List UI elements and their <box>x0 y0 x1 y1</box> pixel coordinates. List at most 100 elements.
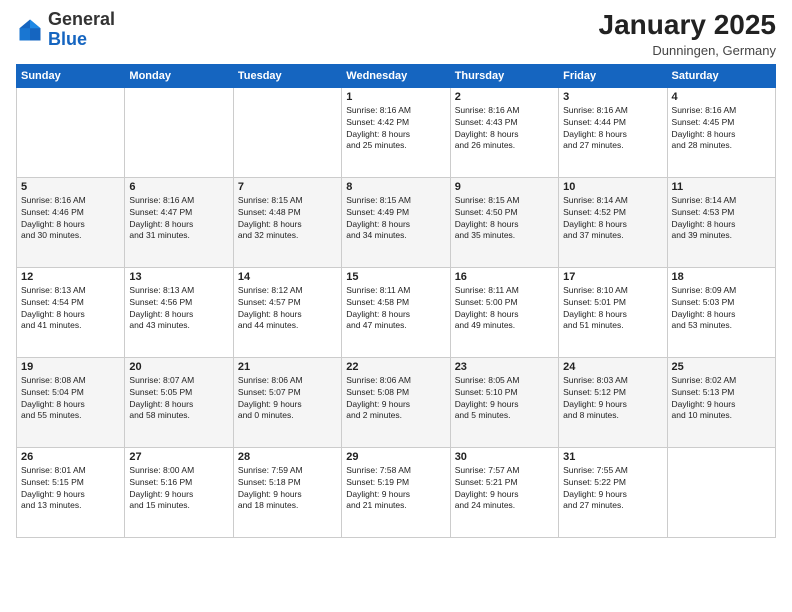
calendar-cell: 24 Sunrise: 8:03 AM Sunset: 5:12 PM Dayli… <box>559 357 667 447</box>
day-number: 25 <box>672 361 771 373</box>
page: General Blue January 2025 Dunningen, Ger… <box>0 0 792 612</box>
subtitle: Dunningen, Germany <box>599 43 776 58</box>
day-info: Sunrise: 8:16 AM Sunset: 4:47 PM Dayligh… <box>129 195 228 243</box>
calendar-cell: 22 Sunrise: 8:06 AM Sunset: 5:08 PM Dayli… <box>342 357 450 447</box>
day-number: 3 <box>563 91 662 103</box>
day-info: Sunrise: 7:58 AM Sunset: 5:19 PM Dayligh… <box>346 465 445 513</box>
calendar-cell: 19Sunrise: 8:08 AM Sunset: 5:04 PM Dayli… <box>17 357 125 447</box>
day-info: Sunrise: 8:09 AM Sunset: 5:03 PM Dayligh… <box>672 285 771 333</box>
calendar-week-row: 5 Sunrise: 8:16 AM Sunset: 4:46 PM Daylig… <box>17 177 776 267</box>
calendar-cell: 7Sunrise: 8:15 AM Sunset: 4:48 PM Daylig… <box>233 177 341 267</box>
calendar-cell: 21Sunrise: 8:06 AM Sunset: 5:07 PM Dayli… <box>233 357 341 447</box>
calendar-cell: 5 Sunrise: 8:16 AM Sunset: 4:46 PM Daylig… <box>17 177 125 267</box>
day-info: Sunrise: 8:01 AM Sunset: 5:15 PM Dayligh… <box>21 465 120 513</box>
month-title: January 2025 <box>599 10 776 41</box>
day-info: Sunrise: 8:15 AM Sunset: 4:48 PM Dayligh… <box>238 195 337 243</box>
day-number: 26 <box>21 451 120 463</box>
calendar-cell <box>125 87 233 177</box>
day-number: 20 <box>129 361 228 373</box>
calendar-cell: 2Sunrise: 8:16 AM Sunset: 4:43 PM Daylig… <box>450 87 558 177</box>
calendar-cell: 13Sunrise: 8:13 AM Sunset: 4:56 PM Dayli… <box>125 267 233 357</box>
calendar-cell: 10Sunrise: 8:14 AM Sunset: 4:52 PM Dayli… <box>559 177 667 267</box>
calendar-cell: 29 Sunrise: 7:58 AM Sunset: 5:19 PM Dayli… <box>342 447 450 537</box>
calendar-cell <box>233 87 341 177</box>
day-number: 12 <box>21 271 120 283</box>
calendar-cell <box>17 87 125 177</box>
day-number: 15 <box>346 271 445 283</box>
day-number: 4 <box>672 91 771 103</box>
day-info: Sunrise: 7:57 AM Sunset: 5:21 PM Dayligh… <box>455 465 554 513</box>
day-info: Sunrise: 8:16 AM Sunset: 4:43 PM Dayligh… <box>455 105 554 153</box>
day-info: Sunrise: 8:12 AM Sunset: 4:57 PM Dayligh… <box>238 285 337 333</box>
day-number: 24 <box>563 361 662 373</box>
calendar-cell: 3 Sunrise: 8:16 AM Sunset: 4:44 PM Daylig… <box>559 87 667 177</box>
calendar-cell: 15Sunrise: 8:11 AM Sunset: 4:58 PM Dayli… <box>342 267 450 357</box>
day-number: 6 <box>129 181 228 193</box>
calendar-day-header: Wednesday <box>342 64 450 87</box>
calendar-cell: 31 Sunrise: 7:55 AM Sunset: 5:22 PM Dayli… <box>559 447 667 537</box>
day-number: 21 <box>238 361 337 373</box>
day-info: Sunrise: 8:13 AM Sunset: 4:56 PM Dayligh… <box>129 285 228 333</box>
calendar-cell: 8 Sunrise: 8:15 AM Sunset: 4:49 PM Daylig… <box>342 177 450 267</box>
calendar-day-header: Thursday <box>450 64 558 87</box>
logo-general: General <box>48 9 115 29</box>
day-info: Sunrise: 8:10 AM Sunset: 5:01 PM Dayligh… <box>563 285 662 333</box>
day-info: Sunrise: 8:00 AM Sunset: 5:16 PM Dayligh… <box>129 465 228 513</box>
day-number: 11 <box>672 181 771 193</box>
day-number: 8 <box>346 181 445 193</box>
calendar-cell <box>667 447 775 537</box>
day-info: Sunrise: 8:16 AM Sunset: 4:45 PM Dayligh… <box>672 105 771 153</box>
day-info: Sunrise: 8:15 AM Sunset: 4:49 PM Dayligh… <box>346 195 445 243</box>
day-number: 14 <box>238 271 337 283</box>
calendar-cell: 6 Sunrise: 8:16 AM Sunset: 4:47 PM Daylig… <box>125 177 233 267</box>
day-number: 16 <box>455 271 554 283</box>
title-block: January 2025 Dunningen, Germany <box>599 10 776 58</box>
day-number: 27 <box>129 451 228 463</box>
calendar-cell: 4 Sunrise: 8:16 AM Sunset: 4:45 PM Daylig… <box>667 87 775 177</box>
calendar-cell: 9 Sunrise: 8:15 AM Sunset: 4:50 PM Daylig… <box>450 177 558 267</box>
calendar-cell: 16 Sunrise: 8:11 AM Sunset: 5:00 PM Dayli… <box>450 267 558 357</box>
calendar-cell: 14 Sunrise: 8:12 AM Sunset: 4:57 PM Dayli… <box>233 267 341 357</box>
calendar-cell: 1 Sunrise: 8:16 AM Sunset: 4:42 PM Daylig… <box>342 87 450 177</box>
day-info: Sunrise: 8:16 AM Sunset: 4:44 PM Dayligh… <box>563 105 662 153</box>
day-info: Sunrise: 8:05 AM Sunset: 5:10 PM Dayligh… <box>455 375 554 423</box>
calendar-cell: 28 Sunrise: 7:59 AM Sunset: 5:18 PM Dayli… <box>233 447 341 537</box>
day-number: 28 <box>238 451 337 463</box>
calendar-cell: 12 Sunrise: 8:13 AM Sunset: 4:54 PM Dayli… <box>17 267 125 357</box>
day-info: Sunrise: 8:02 AM Sunset: 5:13 PM Dayligh… <box>672 375 771 423</box>
calendar-week-row: 19Sunrise: 8:08 AM Sunset: 5:04 PM Dayli… <box>17 357 776 447</box>
day-number: 30 <box>455 451 554 463</box>
day-number: 17 <box>563 271 662 283</box>
calendar-day-header: Monday <box>125 64 233 87</box>
day-number: 9 <box>455 181 554 193</box>
calendar-week-row: 1 Sunrise: 8:16 AM Sunset: 4:42 PM Daylig… <box>17 87 776 177</box>
day-number: 5 <box>21 181 120 193</box>
calendar-week-row: 26 Sunrise: 8:01 AM Sunset: 5:15 PM Dayli… <box>17 447 776 537</box>
day-info: Sunrise: 7:55 AM Sunset: 5:22 PM Dayligh… <box>563 465 662 513</box>
logo-blue: Blue <box>48 29 87 49</box>
calendar-cell: 18 Sunrise: 8:09 AM Sunset: 5:03 PM Dayli… <box>667 267 775 357</box>
day-info: Sunrise: 8:13 AM Sunset: 4:54 PM Dayligh… <box>21 285 120 333</box>
calendar-day-header: Saturday <box>667 64 775 87</box>
calendar-day-header: Sunday <box>17 64 125 87</box>
calendar-week-row: 12 Sunrise: 8:13 AM Sunset: 4:54 PM Dayli… <box>17 267 776 357</box>
day-info: Sunrise: 8:03 AM Sunset: 5:12 PM Dayligh… <box>563 375 662 423</box>
day-info: Sunrise: 8:16 AM Sunset: 4:46 PM Dayligh… <box>21 195 120 243</box>
logo: General Blue <box>16 10 115 50</box>
day-info: Sunrise: 8:06 AM Sunset: 5:08 PM Dayligh… <box>346 375 445 423</box>
day-number: 19 <box>21 361 120 373</box>
day-number: 31 <box>563 451 662 463</box>
day-info: Sunrise: 8:15 AM Sunset: 4:50 PM Dayligh… <box>455 195 554 243</box>
day-number: 18 <box>672 271 771 283</box>
day-info: Sunrise: 7:59 AM Sunset: 5:18 PM Dayligh… <box>238 465 337 513</box>
day-number: 1 <box>346 91 445 103</box>
day-info: Sunrise: 8:16 AM Sunset: 4:42 PM Dayligh… <box>346 105 445 153</box>
calendar-cell: 20Sunrise: 8:07 AM Sunset: 5:05 PM Dayli… <box>125 357 233 447</box>
calendar-cell: 27 Sunrise: 8:00 AM Sunset: 5:16 PM Dayli… <box>125 447 233 537</box>
day-info: Sunrise: 8:14 AM Sunset: 4:53 PM Dayligh… <box>672 195 771 243</box>
day-info: Sunrise: 8:11 AM Sunset: 5:00 PM Dayligh… <box>455 285 554 333</box>
day-number: 23 <box>455 361 554 373</box>
calendar-cell: 26 Sunrise: 8:01 AM Sunset: 5:15 PM Dayli… <box>17 447 125 537</box>
day-number: 22 <box>346 361 445 373</box>
day-number: 29 <box>346 451 445 463</box>
